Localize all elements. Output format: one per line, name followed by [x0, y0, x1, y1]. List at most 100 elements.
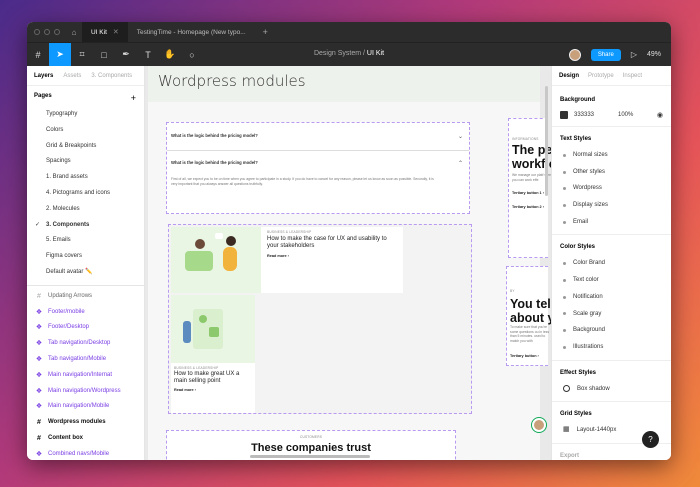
page-item[interactable]: 1. Brand assets — [27, 170, 144, 186]
layer-item[interactable]: ❖ Footer/Desktop — [27, 320, 144, 336]
page-item[interactable]: Spacings — [27, 154, 144, 170]
tab-layers[interactable]: Layers — [34, 73, 53, 79]
pen-tool-icon[interactable]: ✒ — [115, 43, 137, 67]
tab-assets[interactable]: Assets — [63, 73, 81, 79]
page-item[interactable]: Default avatar ✏️ — [27, 265, 144, 281]
layer-item[interactable]: ❖ Main navigation/Wordpress — [27, 384, 144, 400]
bullet-icon — [563, 170, 566, 174]
blog-cards-frame[interactable]: BUSINESS & LEADERSHIP How to make the ca… — [168, 224, 472, 414]
layer-item[interactable]: ❖ Combined navs/Mobile — [27, 447, 144, 460]
tab-prototype[interactable]: Prototype — [588, 73, 614, 79]
text-styles-heading: Text Styles — [560, 136, 592, 142]
layer-item[interactable]: # Updating Arrows — [27, 289, 144, 305]
info-card-frame[interactable]: INFORMATIONS The per workflo We manage o… — [508, 118, 551, 258]
illustration-ux-selling — [171, 295, 255, 363]
style-item[interactable]: Background — [552, 322, 671, 339]
layer-item[interactable]: ❖ Main navigation/Mobile — [27, 399, 144, 415]
style-item[interactable]: Illustrations — [552, 339, 671, 356]
bg-hex-input[interactable]: 333333 — [574, 112, 612, 118]
faq-accordion[interactable]: What is the logic behind the pricing mod… — [166, 122, 470, 214]
tab-design[interactable]: Design — [559, 73, 579, 79]
bg-opacity-input[interactable]: 100% — [618, 112, 633, 118]
export-heading: Export — [560, 452, 580, 459]
hand-tool-icon[interactable]: ✋ — [159, 43, 181, 67]
eye-icon[interactable]: ◉ — [657, 111, 663, 119]
present-icon[interactable]: ▷ — [631, 50, 637, 59]
frame-tool-icon[interactable]: ⌗ — [71, 43, 93, 67]
faq-question-2[interactable]: What is the logic behind the pricing mod… — [171, 160, 469, 167]
layers-panel: Layers Assets 3. Components Pages + Typog… — [27, 66, 145, 460]
layer-item[interactable]: ❖ Tab navigation/Desktop — [27, 336, 144, 352]
tertiary-button-2[interactable]: Tertiary button 2 › — [512, 205, 544, 209]
component-icon: ❖ — [35, 371, 43, 379]
comment-tool-icon[interactable]: ○ — [181, 43, 203, 67]
page-item[interactable]: 5. Emails — [27, 233, 144, 249]
style-item[interactable]: Wordpress — [552, 180, 671, 197]
file-name[interactable]: UI Kit — [367, 50, 384, 57]
style-item[interactable]: Email — [552, 214, 671, 231]
horizontal-scrollbar[interactable] — [250, 455, 370, 458]
add-page-icon[interactable]: + — [131, 93, 136, 103]
chevron-down-icon[interactable]: ⌄ — [458, 133, 463, 140]
tab-testingtime[interactable]: TestingTime - Homepage (New typo... — [128, 22, 255, 42]
style-item[interactable]: Display sizes — [552, 197, 671, 214]
collaborator-avatar[interactable] — [532, 418, 546, 432]
page-item[interactable]: 2. Molecules — [27, 202, 144, 218]
design-panel: Design Prototype Inspect Background 3333… — [551, 66, 671, 460]
wordpress-modules-frame[interactable]: Wordpress modules What is the logic behi… — [148, 66, 551, 460]
window-controls[interactable] — [27, 29, 66, 35]
page-item[interactable]: 4. Pictograms and icons — [27, 186, 144, 202]
survey-card-title: You tell about y — [510, 297, 551, 325]
rectangle-tool-icon[interactable]: □ — [93, 43, 115, 67]
component-icon: ❖ — [35, 324, 43, 332]
page-item[interactable]: Typography — [27, 107, 144, 123]
tab-inspect[interactable]: Inspect — [623, 73, 642, 79]
project-name[interactable]: Design System — [314, 50, 361, 57]
style-item[interactable]: Scale gray — [552, 306, 671, 323]
tertiary-button[interactable]: Tertiary button › — [510, 354, 539, 358]
style-item[interactable]: Color Brand — [552, 255, 671, 272]
style-box-shadow[interactable]: Box shadow — [552, 381, 671, 398]
survey-card-frame[interactable]: BY You tell about y To make sure that yo… — [506, 266, 551, 366]
home-icon[interactable]: ⌂ — [66, 28, 82, 37]
background-fill-row[interactable]: 333333 100% ◉ — [552, 108, 671, 122]
help-button[interactable]: ? — [642, 431, 659, 448]
style-item[interactable]: Notification — [552, 289, 671, 306]
layer-item[interactable]: # Content box — [27, 431, 144, 447]
color-swatch[interactable] — [560, 111, 568, 119]
new-tab-icon[interactable]: + — [255, 27, 276, 37]
page-item[interactable]: Grid & Breakpoints — [27, 139, 144, 155]
bullet-icon — [563, 345, 566, 349]
share-button[interactable]: Share — [590, 48, 621, 61]
layer-item[interactable]: ❖ Tab navigation/Mobile — [27, 352, 144, 368]
tertiary-button-1[interactable]: Tertiary button 1 › — [512, 191, 544, 195]
vertical-scrollbar[interactable] — [545, 86, 548, 196]
current-page-select[interactable]: 3. Components — [91, 73, 132, 79]
tab-ui-kit[interactable]: UI Kit ✕ — [82, 22, 128, 42]
blog-card-1[interactable]: BUSINESS & LEADERSHIP How to make the ca… — [261, 227, 403, 293]
page-item[interactable]: Colors — [27, 123, 144, 139]
style-item[interactable]: Other styles — [552, 164, 671, 181]
avatar[interactable] — [568, 48, 581, 61]
main-menu-icon[interactable]: # — [27, 43, 49, 67]
style-item[interactable]: Text color — [552, 272, 671, 289]
frame-icon: # — [37, 292, 41, 300]
move-tool-icon[interactable]: ➤ — [49, 42, 71, 67]
blog-card-2[interactable]: BUSINESS & LEADERSHIP How to make great … — [171, 363, 255, 413]
layer-item[interactable]: ❖ Main navigation/Internat — [27, 368, 144, 384]
close-tab-icon[interactable]: ✕ — [113, 28, 119, 36]
read-more-link[interactable]: Read more › — [267, 254, 397, 258]
page-item[interactable]: Figma covers — [27, 249, 144, 265]
card-title: How to make the case for UX and usabilit… — [267, 236, 387, 250]
read-more-link[interactable]: Read more › — [174, 388, 252, 392]
page-item[interactable]: ✓ 3. Components — [27, 218, 144, 234]
layer-item[interactable]: ❖ Footer/mobile — [27, 305, 144, 321]
text-tool-icon[interactable]: T — [137, 43, 159, 67]
faq-question-1[interactable]: What is the logic behind the pricing mod… — [171, 133, 469, 140]
layer-item[interactable]: # Wordpress modules — [27, 415, 144, 431]
canvas[interactable]: Wordpress modules What is the logic behi… — [145, 66, 551, 460]
zoom-level[interactable]: 49% — [647, 51, 661, 58]
style-item[interactable]: Normal sizes — [552, 147, 671, 164]
chevron-up-icon[interactable]: ⌃ — [458, 160, 463, 167]
page-title: Wordpress modules — [158, 72, 306, 90]
